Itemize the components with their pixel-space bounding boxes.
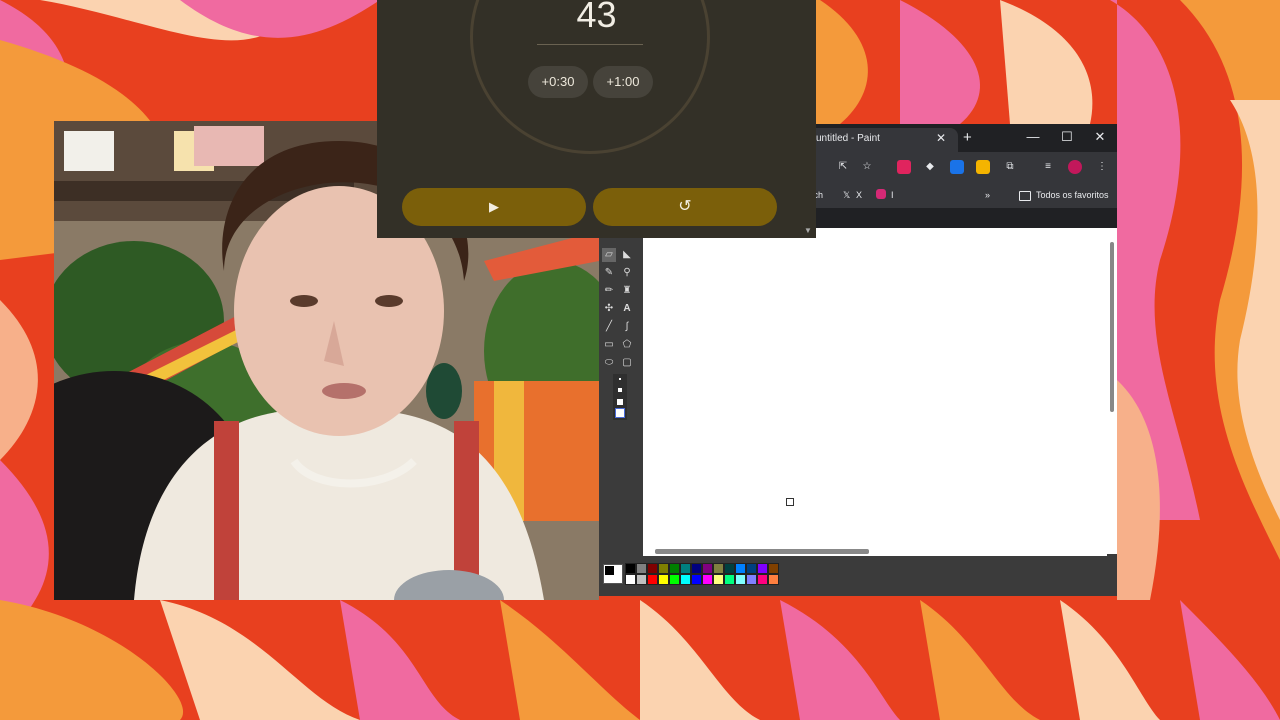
extension-shield-icon[interactable] [950, 160, 964, 174]
palette-swatch[interactable] [669, 574, 680, 585]
line-tool-icon[interactable]: ╱ [602, 320, 616, 334]
palette-swatch[interactable] [768, 563, 779, 574]
paint-toolbox: ▱ ◣ ✎ ⚲ ✏ ♜ ✣ A ╱ ∫ ▭ ⬠ ⬭ ▢ [599, 228, 643, 554]
palette-swatch[interactable] [768, 574, 779, 585]
palette-swatch[interactable] [724, 574, 735, 585]
timer-divider [537, 44, 643, 45]
curve-tool-icon[interactable]: ∫ [620, 320, 634, 334]
bookmark-item[interactable]: I [891, 190, 894, 200]
palette-swatch[interactable] [680, 574, 691, 585]
bookmarks-overflow-button[interactable]: » [985, 190, 990, 200]
reset-button[interactable]: ↺ [593, 188, 777, 226]
rounded-rect-tool-icon[interactable]: ▢ [620, 356, 634, 370]
maximize-button[interactable]: ☐ [1057, 129, 1077, 145]
palette-swatch[interactable] [647, 574, 658, 585]
eraser-tool-icon[interactable]: ▱ [602, 248, 616, 262]
palette-swatch[interactable] [746, 563, 757, 574]
menu-kebab-icon[interactable]: ⋮ [1095, 160, 1109, 174]
add-1-minute-button[interactable]: +1:00 [593, 66, 653, 98]
palette-swatch[interactable] [680, 563, 691, 574]
timer-widget: 43 +0:30 +1:00 ▶ ↺ ▼ [377, 0, 816, 238]
palette-swatch[interactable] [636, 574, 647, 585]
palette-swatch[interactable] [702, 574, 713, 585]
palette-swatch[interactable] [757, 563, 768, 574]
all-bookmarks-button[interactable]: Todos os favoritos [1036, 190, 1109, 200]
palette-swatch[interactable] [735, 563, 746, 574]
extension-icon[interactable]: ◆ [923, 160, 937, 174]
install-app-icon[interactable]: ⇱ [836, 160, 850, 174]
palette-swatch[interactable] [691, 574, 702, 585]
palette-swatch[interactable] [658, 574, 669, 585]
palette-swatch[interactable] [713, 563, 724, 574]
bookmark-item[interactable]: X [856, 190, 862, 200]
horizontal-scrollbar[interactable] [643, 546, 1107, 556]
extension-yellow-icon[interactable] [976, 160, 990, 174]
primary-color [605, 566, 614, 575]
tab-close-icon[interactable]: ✕ [936, 131, 946, 145]
reset-icon: ↺ [678, 198, 692, 215]
profile-avatar-icon[interactable] [1068, 160, 1082, 174]
play-icon: ▶ [489, 199, 499, 214]
rectangle-tool-icon[interactable]: ▭ [602, 338, 616, 352]
palette-swatch[interactable] [658, 563, 669, 574]
palette-swatch[interactable] [702, 563, 713, 574]
palette-swatch[interactable] [713, 574, 724, 585]
palette-swatch[interactable] [625, 563, 636, 574]
magnifier-tool-icon[interactable]: ⚲ [620, 266, 634, 280]
drawing-canvas[interactable] [643, 228, 1107, 546]
timer-display: 43 [576, 0, 617, 35]
palette-swatch[interactable] [647, 563, 658, 574]
current-colors[interactable] [603, 564, 623, 584]
folder-icon [1019, 191, 1031, 201]
pencil-tool-icon[interactable]: ✏ [602, 284, 616, 298]
adblock-extension-icon[interactable] [897, 160, 911, 174]
bookmark-star-icon[interactable]: ☆ [860, 160, 874, 174]
scroll-down-icon[interactable]: ▼ [804, 226, 812, 235]
color-palette [599, 556, 1117, 596]
polygon-tool-icon[interactable]: ⬠ [620, 338, 634, 352]
tab-title: untitled - Paint [816, 133, 880, 144]
picker-tool-icon[interactable]: ✎ [602, 266, 616, 280]
tab-paint[interactable]: untitled - Paint ✕ [808, 128, 958, 152]
x-logo-icon[interactable]: 𝕏 [843, 190, 850, 201]
text-tool-icon[interactable]: A [620, 302, 634, 316]
instagram-icon[interactable] [876, 189, 886, 199]
palette-swatch[interactable] [746, 574, 757, 585]
fill-tool-icon[interactable]: ◣ [620, 248, 634, 262]
palette-swatch[interactable] [757, 574, 768, 585]
palette-swatch[interactable] [636, 563, 647, 574]
new-tab-button[interactable]: + [963, 129, 972, 146]
brush-size-selector[interactable] [613, 374, 627, 420]
ellipse-tool-icon[interactable]: ⬭ [602, 356, 616, 370]
add-30-seconds-button[interactable]: +0:30 [528, 66, 588, 98]
palette-swatch[interactable] [724, 563, 735, 574]
play-button[interactable]: ▶ [402, 188, 586, 226]
media-control-icon[interactable]: ≡ [1041, 160, 1055, 174]
extensions-puzzle-icon[interactable]: ⧉ [1003, 160, 1017, 174]
paint-app: ▱ ◣ ✎ ⚲ ✏ ♜ ✣ A ╱ ∫ ▭ ⬠ ⬭ ▢ [599, 228, 1117, 596]
palette-swatch[interactable] [625, 574, 636, 585]
vertical-scrollbar[interactable] [1107, 228, 1117, 554]
brush-tool-icon[interactable]: ♜ [620, 284, 634, 298]
airbrush-tool-icon[interactable]: ✣ [602, 302, 616, 316]
minimize-button[interactable]: — [1023, 129, 1043, 144]
palette-swatch[interactable] [669, 563, 680, 574]
cursor-icon [786, 498, 794, 506]
close-window-button[interactable]: ✕ [1090, 129, 1110, 145]
palette-swatch[interactable] [735, 574, 746, 585]
palette-swatch[interactable] [691, 563, 702, 574]
